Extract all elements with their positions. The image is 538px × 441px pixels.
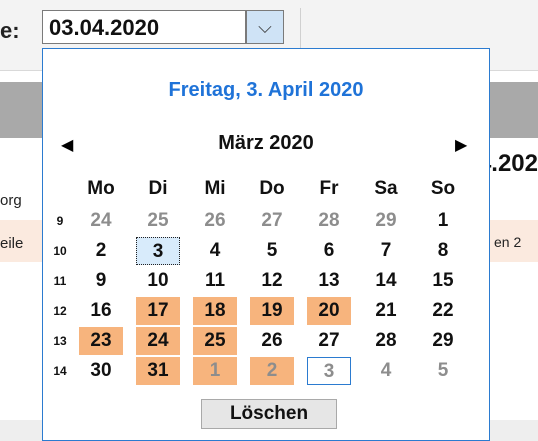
- calendar-day[interactable]: 27: [250, 207, 294, 235]
- calendar-day[interactable]: 19: [250, 297, 294, 325]
- weekday-header: So: [430, 178, 456, 199]
- week-number: 10: [53, 244, 67, 258]
- calendar-day[interactable]: 6: [307, 237, 351, 265]
- calendar-day[interactable]: 26: [193, 207, 237, 235]
- calendar-day[interactable]: 20: [307, 297, 351, 325]
- week-number: 9: [56, 214, 64, 228]
- calendar-day[interactable]: 23: [79, 327, 123, 355]
- calendar-day[interactable]: 22: [421, 297, 465, 325]
- calendar-day[interactable]: 28: [307, 207, 351, 235]
- month-title: März 2020: [218, 132, 314, 154]
- date-dropdown-button[interactable]: ⌵: [246, 10, 284, 44]
- calendar-day[interactable]: 1: [421, 207, 465, 235]
- calendar-day[interactable]: 17: [136, 297, 180, 325]
- weekday-header: Sa: [374, 178, 398, 199]
- calendar-day[interactable]: 10: [136, 267, 180, 295]
- calendar-day[interactable]: 13: [307, 267, 351, 295]
- today-link[interactable]: Freitag, 3. April 2020: [43, 79, 489, 102]
- calendar-day[interactable]: 25: [193, 327, 237, 355]
- calendar-day[interactable]: 21: [364, 297, 408, 325]
- calendar-day[interactable]: 3: [307, 357, 351, 385]
- calendar-day[interactable]: 2: [250, 357, 294, 385]
- calendar-day[interactable]: 15: [421, 267, 465, 295]
- next-month-button[interactable]: ▶: [455, 135, 467, 155]
- calendar-day[interactable]: 2: [79, 237, 123, 265]
- calendar-day[interactable]: 12: [250, 267, 294, 295]
- calendar-day[interactable]: 1: [193, 357, 237, 385]
- chevron-down-icon: ⌵: [258, 16, 272, 37]
- calendar-day[interactable]: 25: [136, 207, 180, 235]
- calendar-day[interactable]: 27: [307, 327, 351, 355]
- calendar-day[interactable]: 24: [136, 327, 180, 355]
- clear-button[interactable]: Löschen: [201, 399, 337, 429]
- weekday-header: Di: [148, 178, 168, 199]
- weekday-header: Mi: [204, 178, 226, 199]
- weekday-header: Do: [259, 178, 285, 199]
- calendar-day[interactable]: 4: [364, 357, 408, 385]
- calendar-day[interactable]: 30: [79, 357, 123, 385]
- calendar-day[interactable]: 24: [79, 207, 123, 235]
- calendar-day[interactable]: 5: [250, 237, 294, 265]
- calendar-day[interactable]: 31: [136, 357, 180, 385]
- chevron-right-icon: ▶: [455, 137, 468, 154]
- calendar-day[interactable]: 4: [193, 237, 237, 265]
- calendar-day[interactable]: 29: [364, 207, 408, 235]
- date-input[interactable]: 03.04.2020: [42, 10, 246, 44]
- calendar-day[interactable]: 5: [421, 357, 465, 385]
- calendar-day[interactable]: 28: [364, 327, 408, 355]
- calendar-day[interactable]: 18: [193, 297, 237, 325]
- calendar-day[interactable]: 16: [79, 297, 123, 325]
- week-number: 11: [53, 274, 67, 288]
- calendar-day[interactable]: 8: [421, 237, 465, 265]
- background-text-right-small: en 2: [494, 234, 522, 250]
- calendar-day[interactable]: 29: [421, 327, 465, 355]
- background-text-left-1: org: [0, 192, 22, 209]
- date-field-label: e:: [0, 18, 20, 43]
- week-number: 14: [53, 364, 67, 378]
- calendar-day[interactable]: 26: [250, 327, 294, 355]
- date-picker-popup: Freitag, 3. April 2020 ◀ März 2020 ▶ Mo D…: [42, 48, 490, 441]
- calendar-day[interactable]: 7: [364, 237, 408, 265]
- calendar-day[interactable]: 14: [364, 267, 408, 295]
- calendar-day[interactable]: 11: [193, 267, 237, 295]
- week-number: 13: [53, 334, 67, 348]
- weekday-header: Fr: [319, 178, 339, 199]
- week-number: 12: [53, 304, 67, 318]
- background-text-left-2: eile: [0, 235, 24, 252]
- weekday-header: Mo: [87, 178, 115, 199]
- calendar-day[interactable]: 3: [136, 237, 180, 265]
- calendar-day[interactable]: 9: [79, 267, 123, 295]
